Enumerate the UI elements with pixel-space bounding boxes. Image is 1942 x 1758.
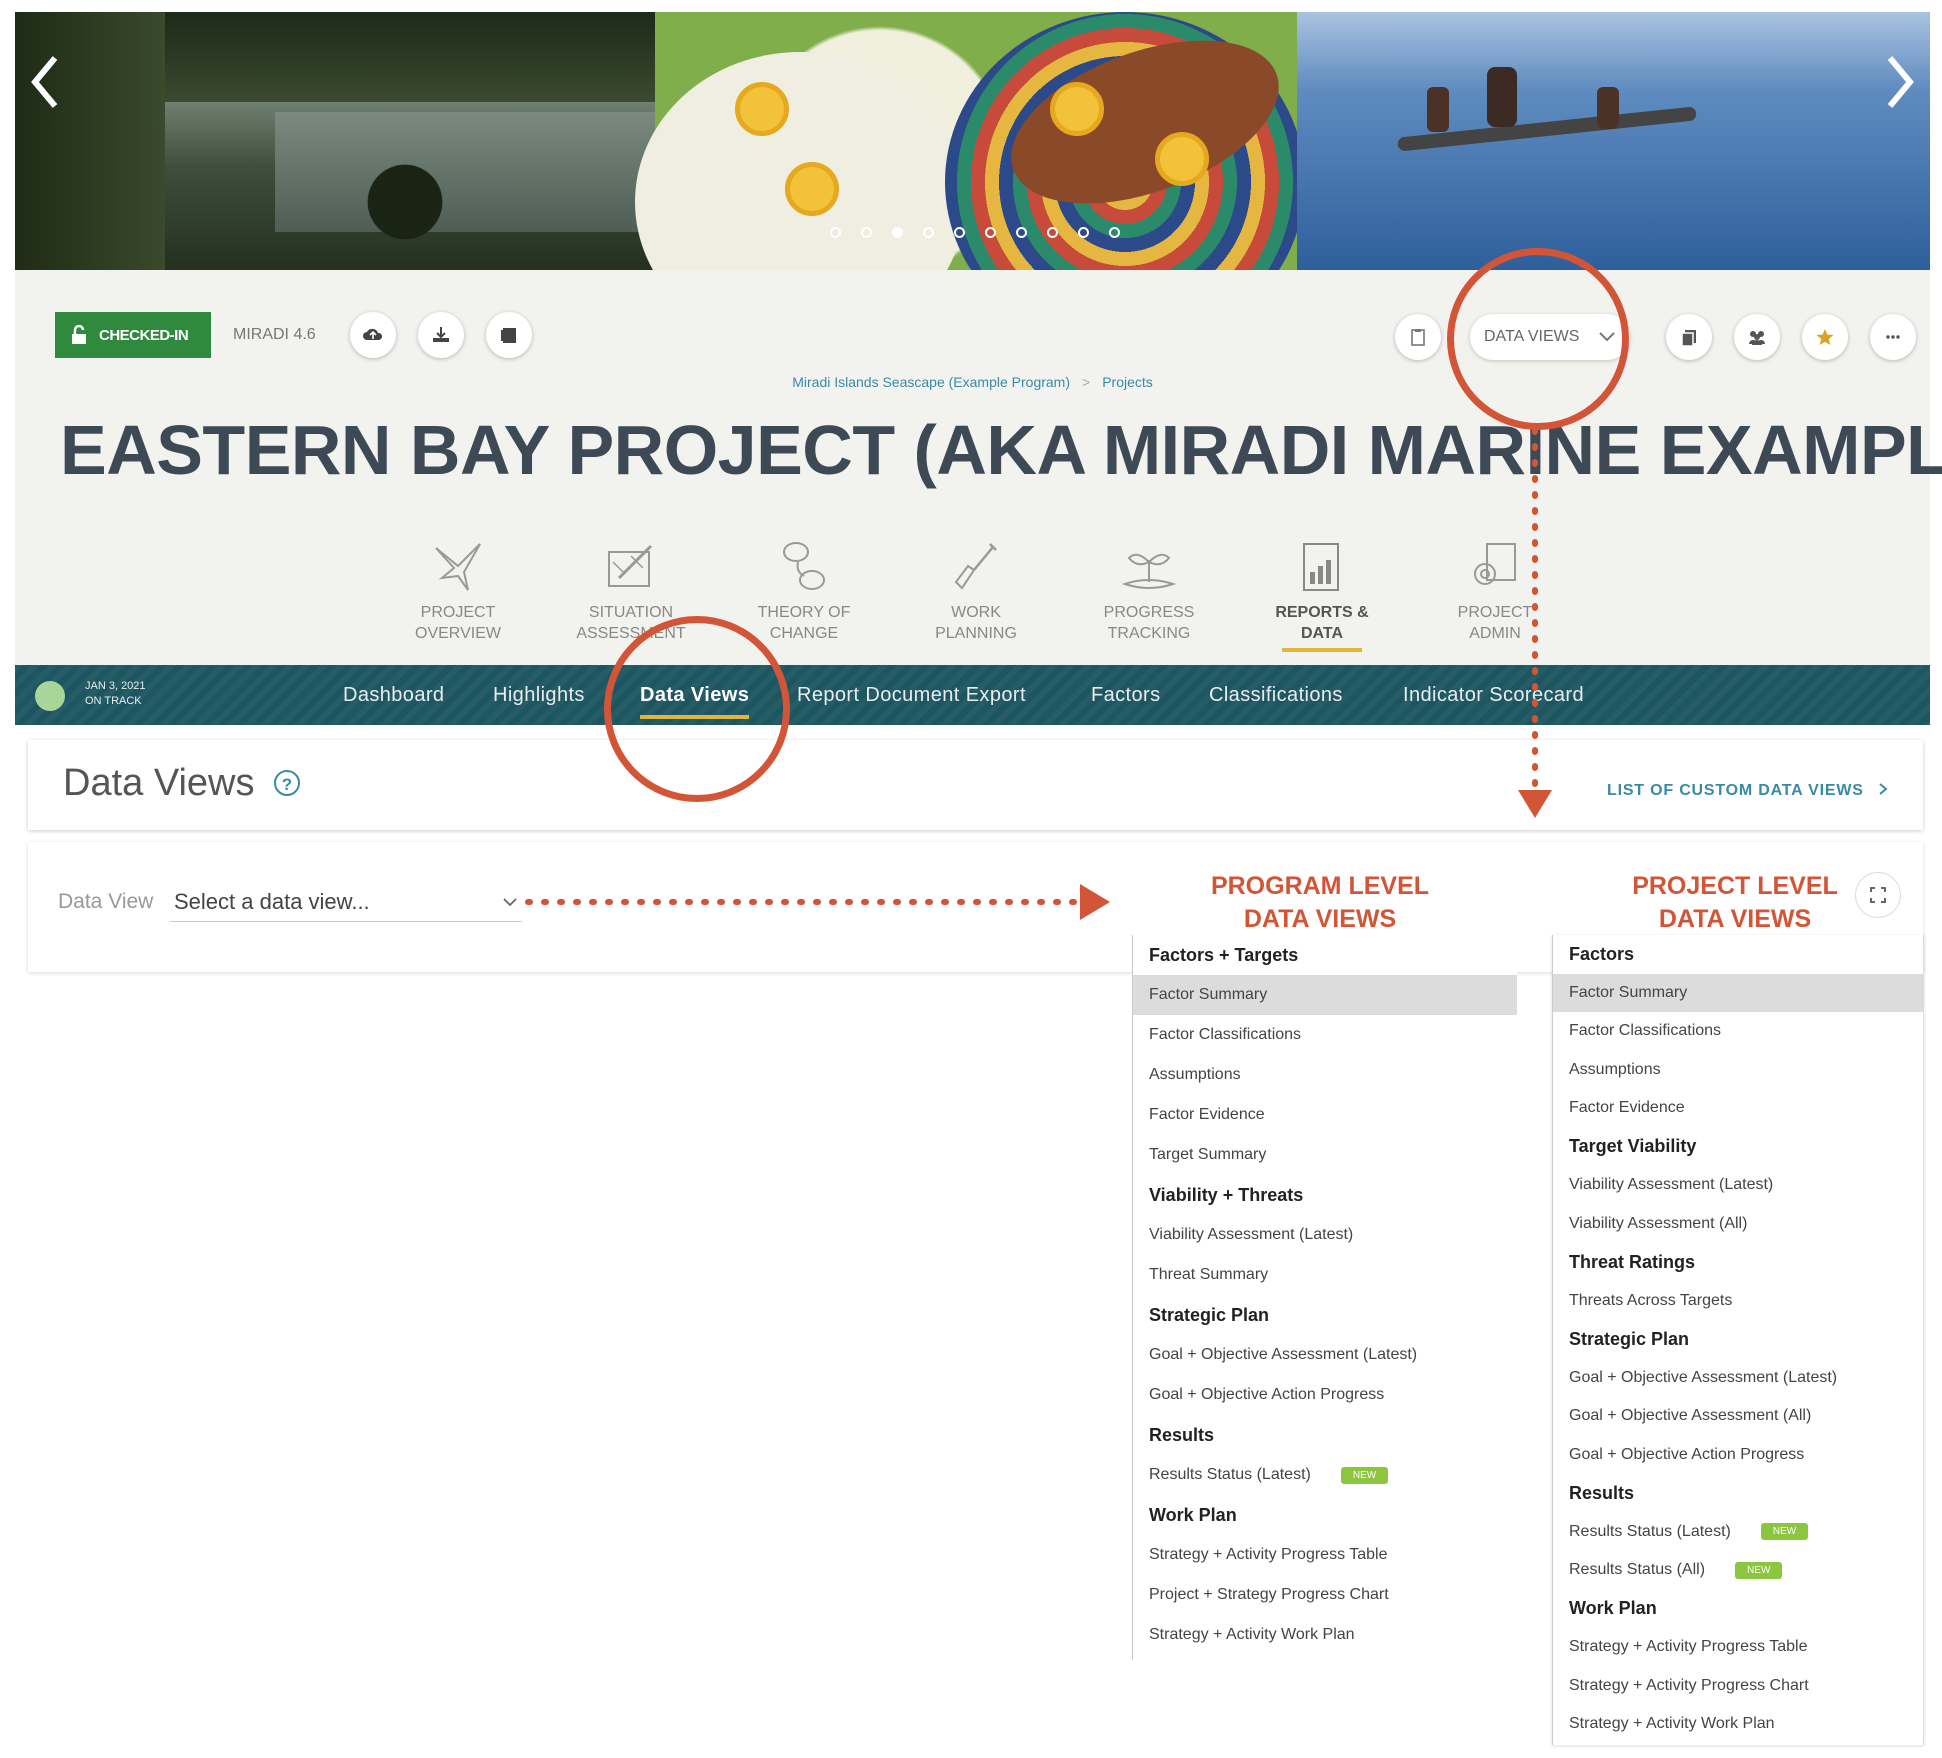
- annotation-arrows: [525, 427, 1552, 920]
- arrowhead-right: [1080, 884, 1110, 920]
- arrowhead-down: [1518, 790, 1552, 818]
